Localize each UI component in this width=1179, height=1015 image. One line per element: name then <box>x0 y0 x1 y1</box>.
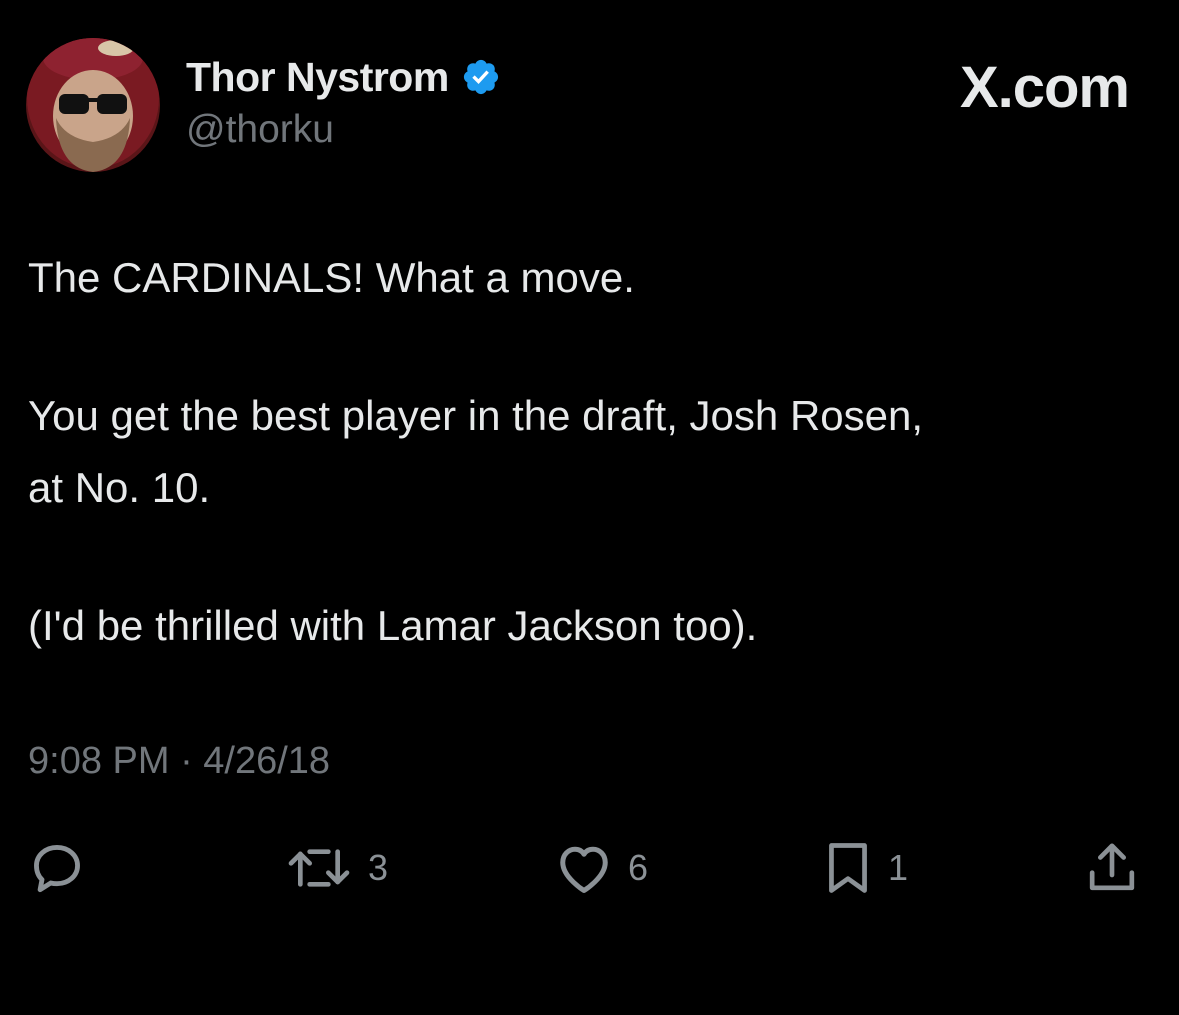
author-handle[interactable]: @thorku <box>186 108 334 152</box>
tweet-text-line: The CARDINALS! What a move. <box>28 254 635 301</box>
tweet-card: Thor Nystrom @thorku X.com The CARDINALS… <box>0 0 1179 1015</box>
bookmark-icon <box>829 843 867 893</box>
bookmark-button[interactable]: 1 <box>822 838 908 898</box>
retweet-count: 3 <box>368 847 389 888</box>
reply-icon <box>34 845 80 893</box>
reply-button[interactable] <box>28 838 86 898</box>
avatar[interactable] <box>26 38 160 172</box>
brand-logo-text: X.com <box>959 55 1130 120</box>
heart-icon <box>560 846 608 893</box>
like-count: 6 <box>628 847 649 888</box>
share-icon <box>1089 843 1135 891</box>
retweet-icon <box>288 849 350 887</box>
tweet-text-line: at No. 10. <box>28 464 211 511</box>
like-button[interactable]: 6 <box>554 838 648 898</box>
tweet-text-line: You get the best player in the draft, Jo… <box>28 392 924 439</box>
display-name[interactable]: Thor Nystrom <box>186 54 449 101</box>
author-row: Thor Nystrom <box>186 52 501 102</box>
verified-badge-icon <box>463 59 498 95</box>
retweet-button[interactable]: 3 <box>284 838 388 898</box>
bookmark-count: 1 <box>888 847 909 888</box>
tweet-timestamp[interactable]: 9:08 PM · 4/26/18 <box>28 740 330 783</box>
share-button[interactable] <box>1084 838 1140 898</box>
tweet-text-line: (I'd be thrilled with Lamar Jackson too)… <box>28 602 758 649</box>
